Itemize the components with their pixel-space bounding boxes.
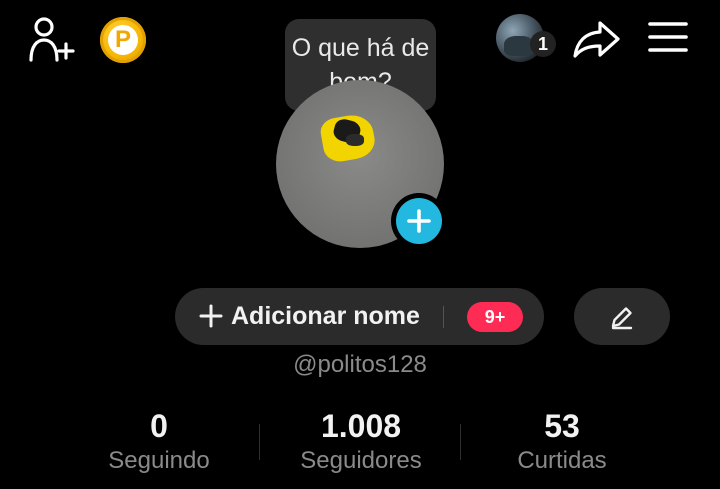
stat-label: Seguindo xyxy=(108,447,210,474)
add-name-button[interactable]: Adicionar nome 9+ xyxy=(175,288,544,345)
plus-icon xyxy=(199,304,223,328)
stat-label: Seguidores xyxy=(300,447,422,474)
edit-profile-button[interactable] xyxy=(574,288,670,345)
stat-value: 1.008 xyxy=(320,408,402,444)
divider xyxy=(460,424,461,460)
hamburger-menu-icon[interactable] xyxy=(648,20,688,54)
coin-letter: P xyxy=(108,25,138,55)
share-icon[interactable] xyxy=(572,18,622,60)
stat-likes[interactable]: 53 Curtidas xyxy=(472,406,652,476)
stat-followers[interactable]: 1.008 Seguidores xyxy=(271,406,451,476)
add-name-label: Adicionar nome xyxy=(231,302,420,330)
stat-value: 53 xyxy=(544,408,580,444)
stat-label: Curtidas xyxy=(517,447,607,474)
pencil-icon xyxy=(611,306,633,329)
divider xyxy=(443,306,444,328)
friend-count-badge: 1 xyxy=(530,31,556,57)
username: @politos128 xyxy=(293,351,427,378)
stat-value: 0 xyxy=(150,408,168,444)
divider xyxy=(259,424,260,460)
notification-badge[interactable]: 9+ xyxy=(467,302,523,332)
plus-icon xyxy=(407,209,431,233)
coin-p-icon[interactable]: P xyxy=(100,17,146,63)
photo-content xyxy=(346,134,364,146)
add-user-icon[interactable] xyxy=(28,16,76,62)
stat-following[interactable]: 0 Seguindo xyxy=(69,406,249,476)
add-photo-button[interactable] xyxy=(391,193,447,249)
